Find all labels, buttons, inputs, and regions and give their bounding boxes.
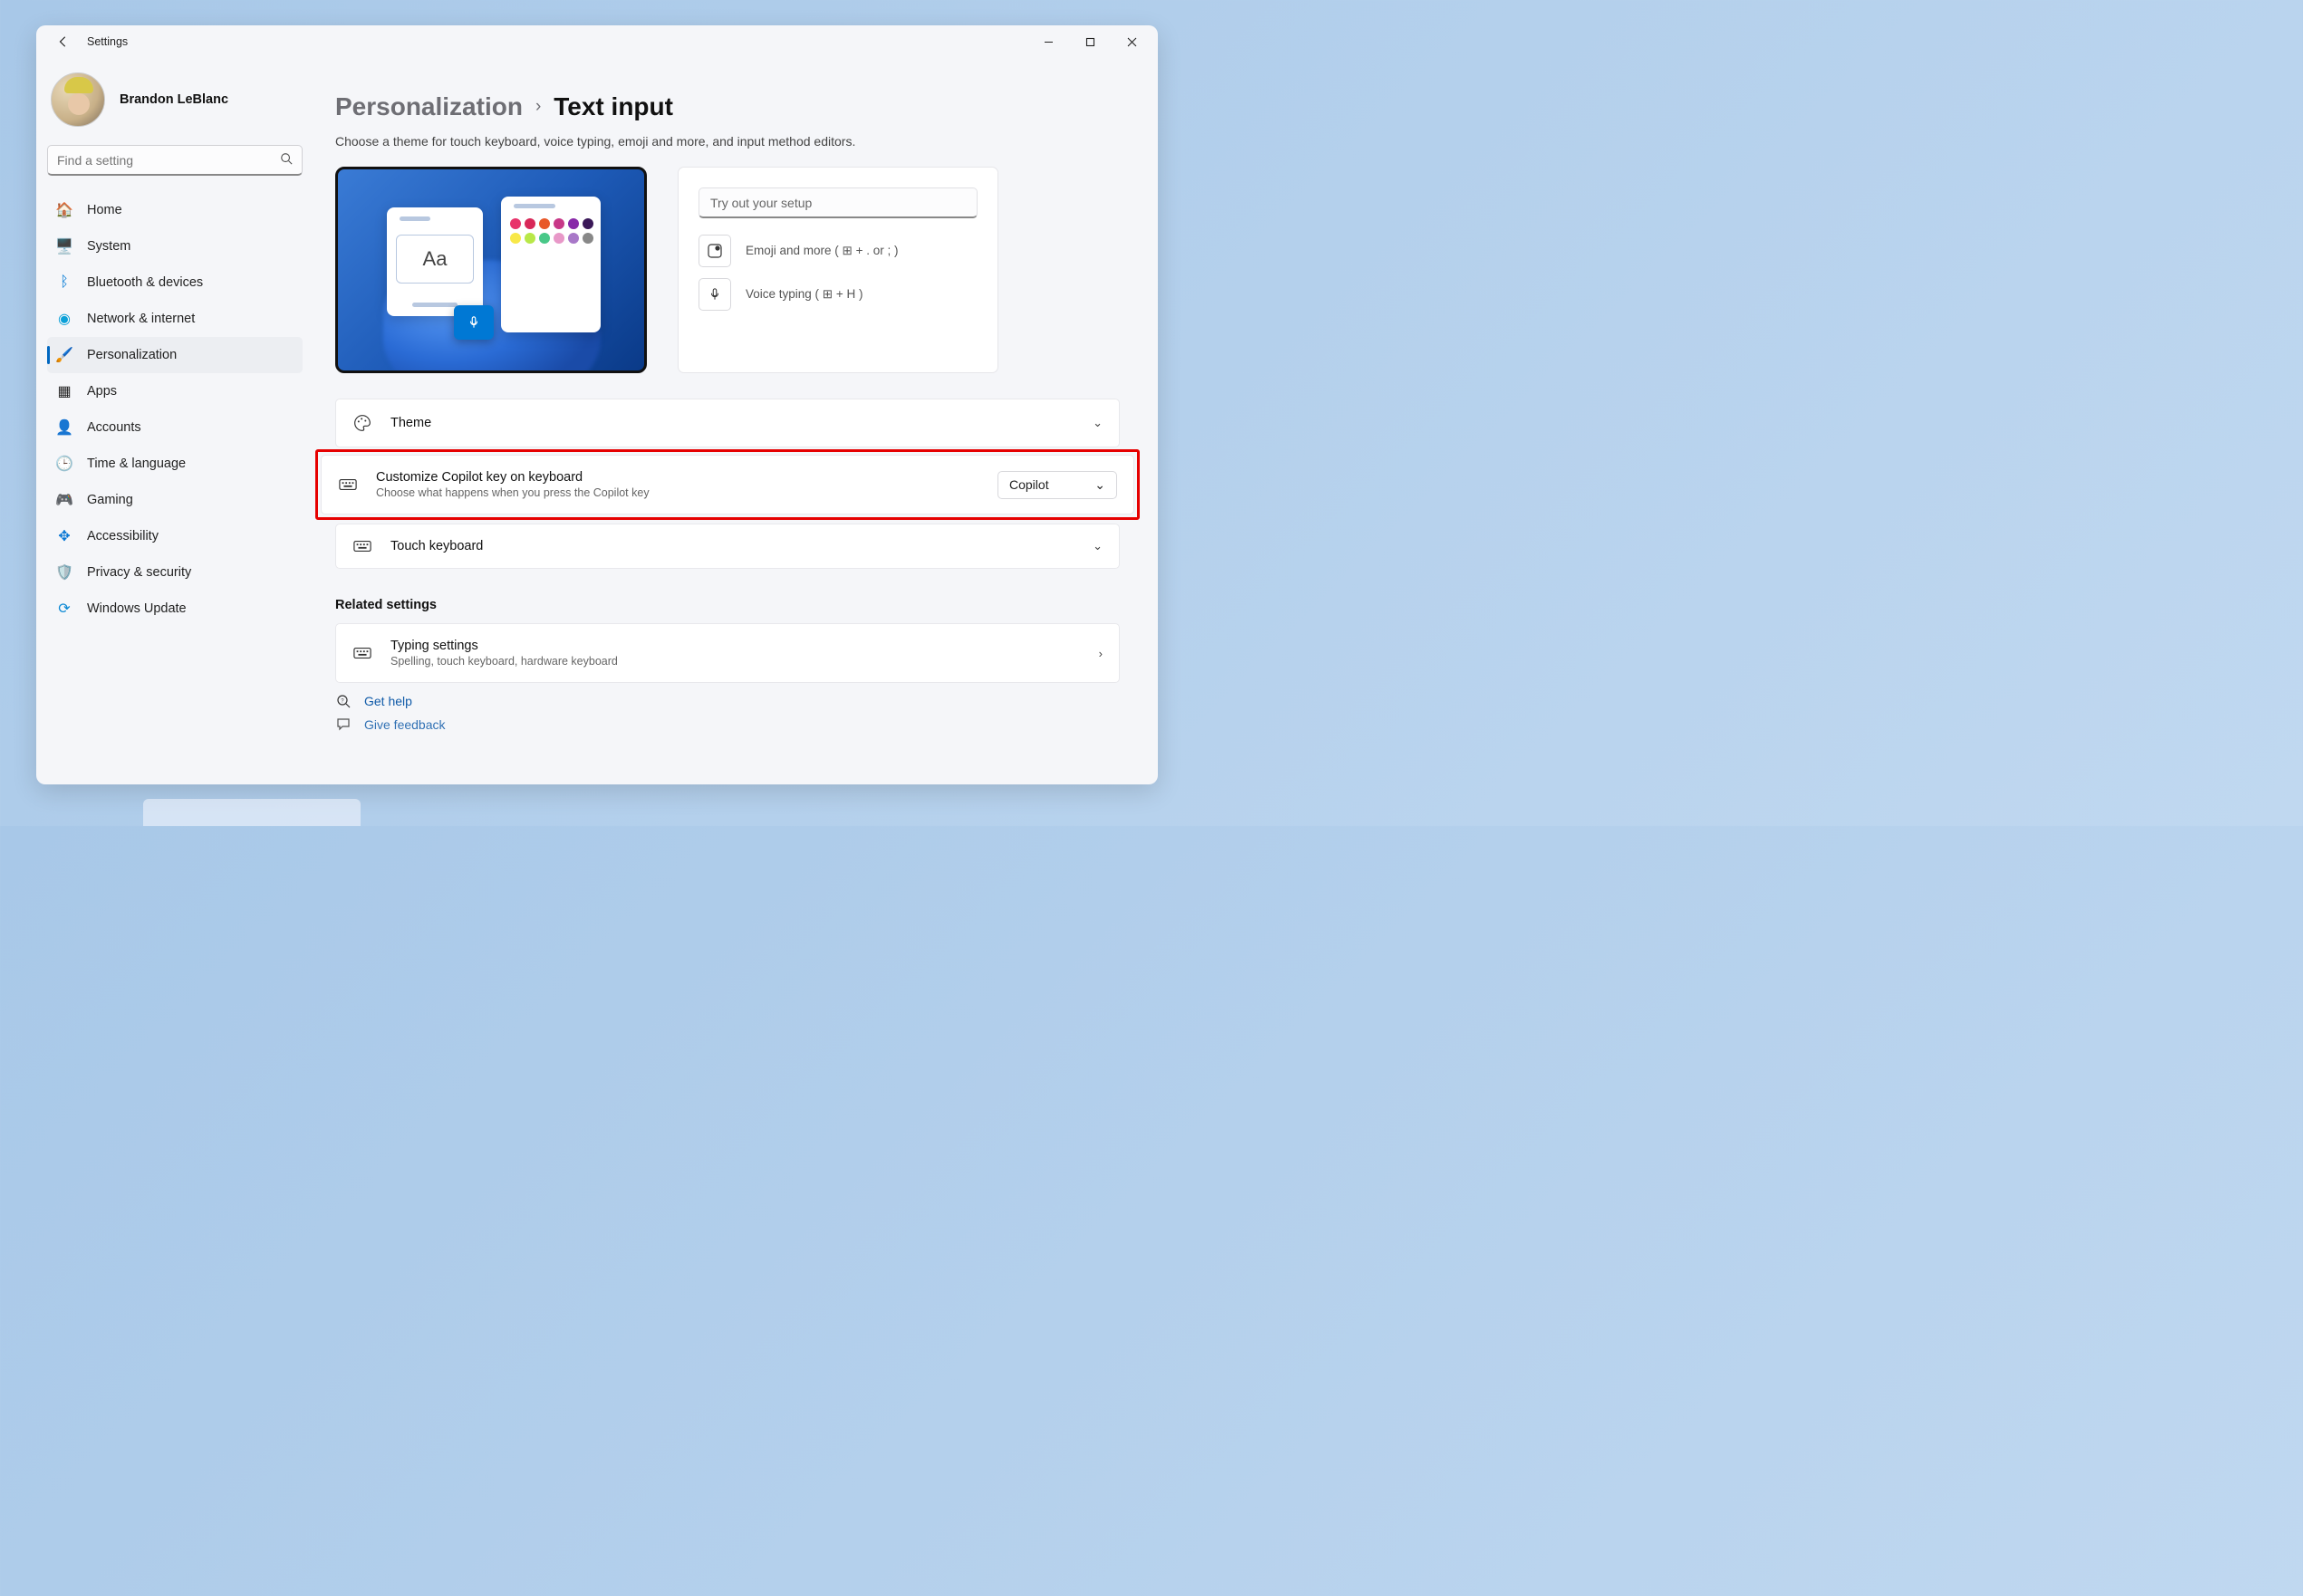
accessibility-icon: ✥ [56,528,72,544]
nav-bluetooth[interactable]: ᛒBluetooth & devices [47,264,303,301]
main-content: Personalization › Text input Choose a th… [313,58,1158,784]
feedback-icon [335,717,352,732]
voice-icon [699,278,731,311]
tryout-panel: Try out your setup Emoji and more ( ⊞ + … [678,167,998,373]
mic-icon [454,305,494,340]
keyboard-icon [352,647,372,659]
copilot-key-dropdown[interactable]: Copilot ⌄ [997,471,1117,499]
palette-icon [352,414,372,432]
nav-apps[interactable]: ▦Apps [47,373,303,409]
titlebar: Settings [36,25,1158,58]
page-title: Text input [554,92,673,121]
home-icon: 🏠 [56,202,72,218]
emoji-icon [699,235,731,267]
bluetooth-icon: ᛒ [56,274,72,291]
preview-sample-text: Aa [396,235,474,284]
personalization-icon: 🖌️ [56,347,72,363]
chevron-down-icon: ⌄ [1094,477,1105,493]
breadcrumb: Personalization › Text input [335,92,1120,121]
breadcrumb-parent[interactable]: Personalization [335,92,523,121]
window-controls [1027,27,1152,56]
taskbar-partial [143,799,361,826]
keyboard-icon [352,540,372,553]
svg-text:?: ? [341,698,344,704]
nav-system[interactable]: 🖥️System [47,228,303,264]
back-button[interactable] [49,27,78,56]
theme-card[interactable]: Theme ⌄ [335,399,1120,447]
chevron-right-icon: › [1099,647,1103,660]
nav-accounts[interactable]: 👤Accounts [47,409,303,446]
network-icon: ◉ [56,311,72,327]
sidebar: Brandon LeBlanc 🏠Home 🖥️System ᛒBluetoot… [36,58,313,784]
nav-personalization[interactable]: 🖌️Personalization [47,337,303,373]
system-icon: 🖥️ [56,238,72,255]
search-icon [280,152,293,168]
settings-window: Settings Brandon LeBlanc [36,25,1158,784]
close-button[interactable] [1111,27,1152,56]
time-icon: 🕒 [56,456,72,472]
copilot-key-card[interactable]: Customize Copilot key on keyboard Choose… [321,455,1134,514]
nav-privacy[interactable]: 🛡️Privacy & security [47,554,303,591]
nav-home[interactable]: 🏠Home [47,192,303,228]
help-icon: ? [335,694,352,708]
maximize-button[interactable] [1069,27,1111,56]
give-feedback-link[interactable]: Give feedback [335,717,1120,732]
chevron-right-icon: › [535,97,541,117]
avatar [51,72,105,127]
chevron-down-icon: ⌄ [1093,539,1103,553]
search-input[interactable] [57,153,280,168]
nav-gaming[interactable]: 🎮Gaming [47,482,303,518]
minimize-button[interactable] [1027,27,1069,56]
touch-keyboard-card[interactable]: Touch keyboard ⌄ [335,524,1120,569]
user-name: Brandon LeBlanc [120,92,228,107]
theme-preview: Aa [335,167,647,373]
nav-time[interactable]: 🕒Time & language [47,446,303,482]
nav-update[interactable]: ⟳Windows Update [47,591,303,627]
gaming-icon: 🎮 [56,492,72,508]
page-subtitle: Choose a theme for touch keyboard, voice… [335,134,1120,149]
nav-network[interactable]: ◉Network & internet [47,301,303,337]
tryout-input[interactable]: Try out your setup [699,187,978,218]
nav-accessibility[interactable]: ✥Accessibility [47,518,303,554]
accounts-icon: 👤 [56,419,72,436]
update-icon: ⟳ [56,601,72,617]
highlight-annotation: Customize Copilot key on keyboard Choose… [315,449,1140,520]
typing-settings-card[interactable]: Typing settings Spelling, touch keyboard… [335,623,1120,683]
keyboard-icon [338,478,358,491]
voice-row[interactable]: Voice typing ( ⊞ + H ) [699,278,978,311]
privacy-icon: 🛡️ [56,564,72,581]
get-help-link[interactable]: ? Get help [335,694,1120,708]
emoji-row[interactable]: Emoji and more ( ⊞ + . or ; ) [699,235,978,267]
nav-list: 🏠Home 🖥️System ᛒBluetooth & devices ◉Net… [47,192,303,627]
apps-icon: ▦ [56,383,72,399]
profile[interactable]: Brandon LeBlanc [47,67,303,145]
chevron-down-icon: ⌄ [1093,416,1103,430]
app-title: Settings [87,35,128,48]
search-box[interactable] [47,145,303,176]
related-settings-heading: Related settings [335,598,1120,612]
